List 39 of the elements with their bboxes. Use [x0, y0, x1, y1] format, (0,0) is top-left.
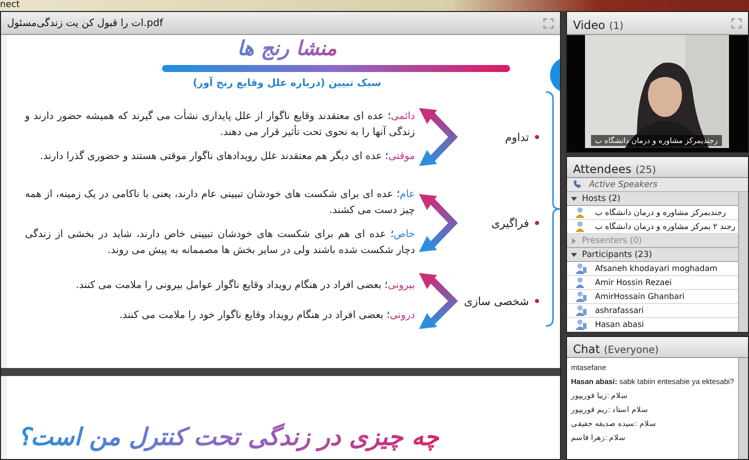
pod-title: Attendees	[572, 162, 632, 176]
active-speakers-label: Active Speakers	[588, 180, 658, 190]
pod-title: Chat	[572, 342, 600, 356]
paragraph: خاص؛ عده ای هم برای شکست های خودشان تبیینی خاص دارند، شاید در بخشی از زندگی دچار شکست شده باشند ولی در سایر بخش ها مصممانه به پیش می روند.	[25, 227, 415, 258]
paragraph: بیرونی؛ بعضی افراد در هنگام رویداد وقایع ناگوار عوامل بیرونی را ملامت می کنند.	[74, 278, 415, 293]
bullet-label: شخصی سازی	[465, 294, 539, 308]
collapse-icon[interactable]	[570, 252, 577, 258]
paragraph: عام؛ عده ای برای شکست های خودشان تبیینی عام دارند، یعنی با ناکامی در یک زمینه، از همه چیز دست می کشند.	[25, 188, 415, 218]
guest-icon	[574, 263, 587, 274]
section-header[interactable]: Hosts (2)	[566, 192, 738, 206]
phone-icon	[572, 180, 583, 189]
collapse-icon[interactable]	[570, 196, 577, 202]
document-title: ات را قبول کن یت زندگی‌مسئول.pdf	[7, 18, 163, 28]
guest-icon	[574, 305, 587, 316]
attendee-name[interactable]: ashrafassari	[594, 306, 644, 315]
expand-icon[interactable]	[570, 238, 577, 244]
scrollbar[interactable]	[738, 358, 748, 459]
guest-icon	[574, 319, 587, 330]
fullscreen-icon[interactable]	[542, 18, 554, 28]
window-title: nect	[0, 0, 20, 11]
pod-count: (Everyone)	[604, 344, 659, 356]
pod-count: (1)	[609, 20, 624, 32]
user-icon	[574, 277, 587, 288]
host-icon	[574, 207, 587, 218]
pod-title: Video	[572, 18, 606, 32]
paragraph: دائمی؛ عده ای معتقدند وقایع ناگوار از علل پایداری نشأت می گیرند که همیشه حضور دارند و زندگی آنها را به نحوی تحت تأثیر قرار می دهند.	[25, 109, 415, 141]
scrollbar[interactable]	[738, 192, 748, 332]
paragraph: درونی؛ بعضی افراد در هنگام رویداد وقایع ناگوار خود را ملامت می کنند.	[118, 308, 415, 323]
attendee-name[interactable]: Hasan abasi	[594, 320, 644, 329]
bracket-icon	[545, 91, 560, 327]
fullscreen-icon[interactable]	[731, 18, 742, 28]
paragraph: موقتی؛ عده ای دیگر هم معتقدند علل رویدادهای ناگوار موقتی هستند و حضوری گذرا دارند.	[39, 149, 415, 164]
host-icon	[574, 221, 587, 232]
bullet-label: تداوم	[465, 130, 539, 144]
bullet-label: فراگیری	[465, 216, 539, 230]
pod-count: (25)	[635, 164, 656, 176]
slide-subtitle: سبک تبیین (درباره علل وقایع رنج آور)	[192, 78, 382, 89]
guest-icon	[574, 291, 587, 302]
section-header[interactable]: Participants (23)	[566, 248, 738, 262]
